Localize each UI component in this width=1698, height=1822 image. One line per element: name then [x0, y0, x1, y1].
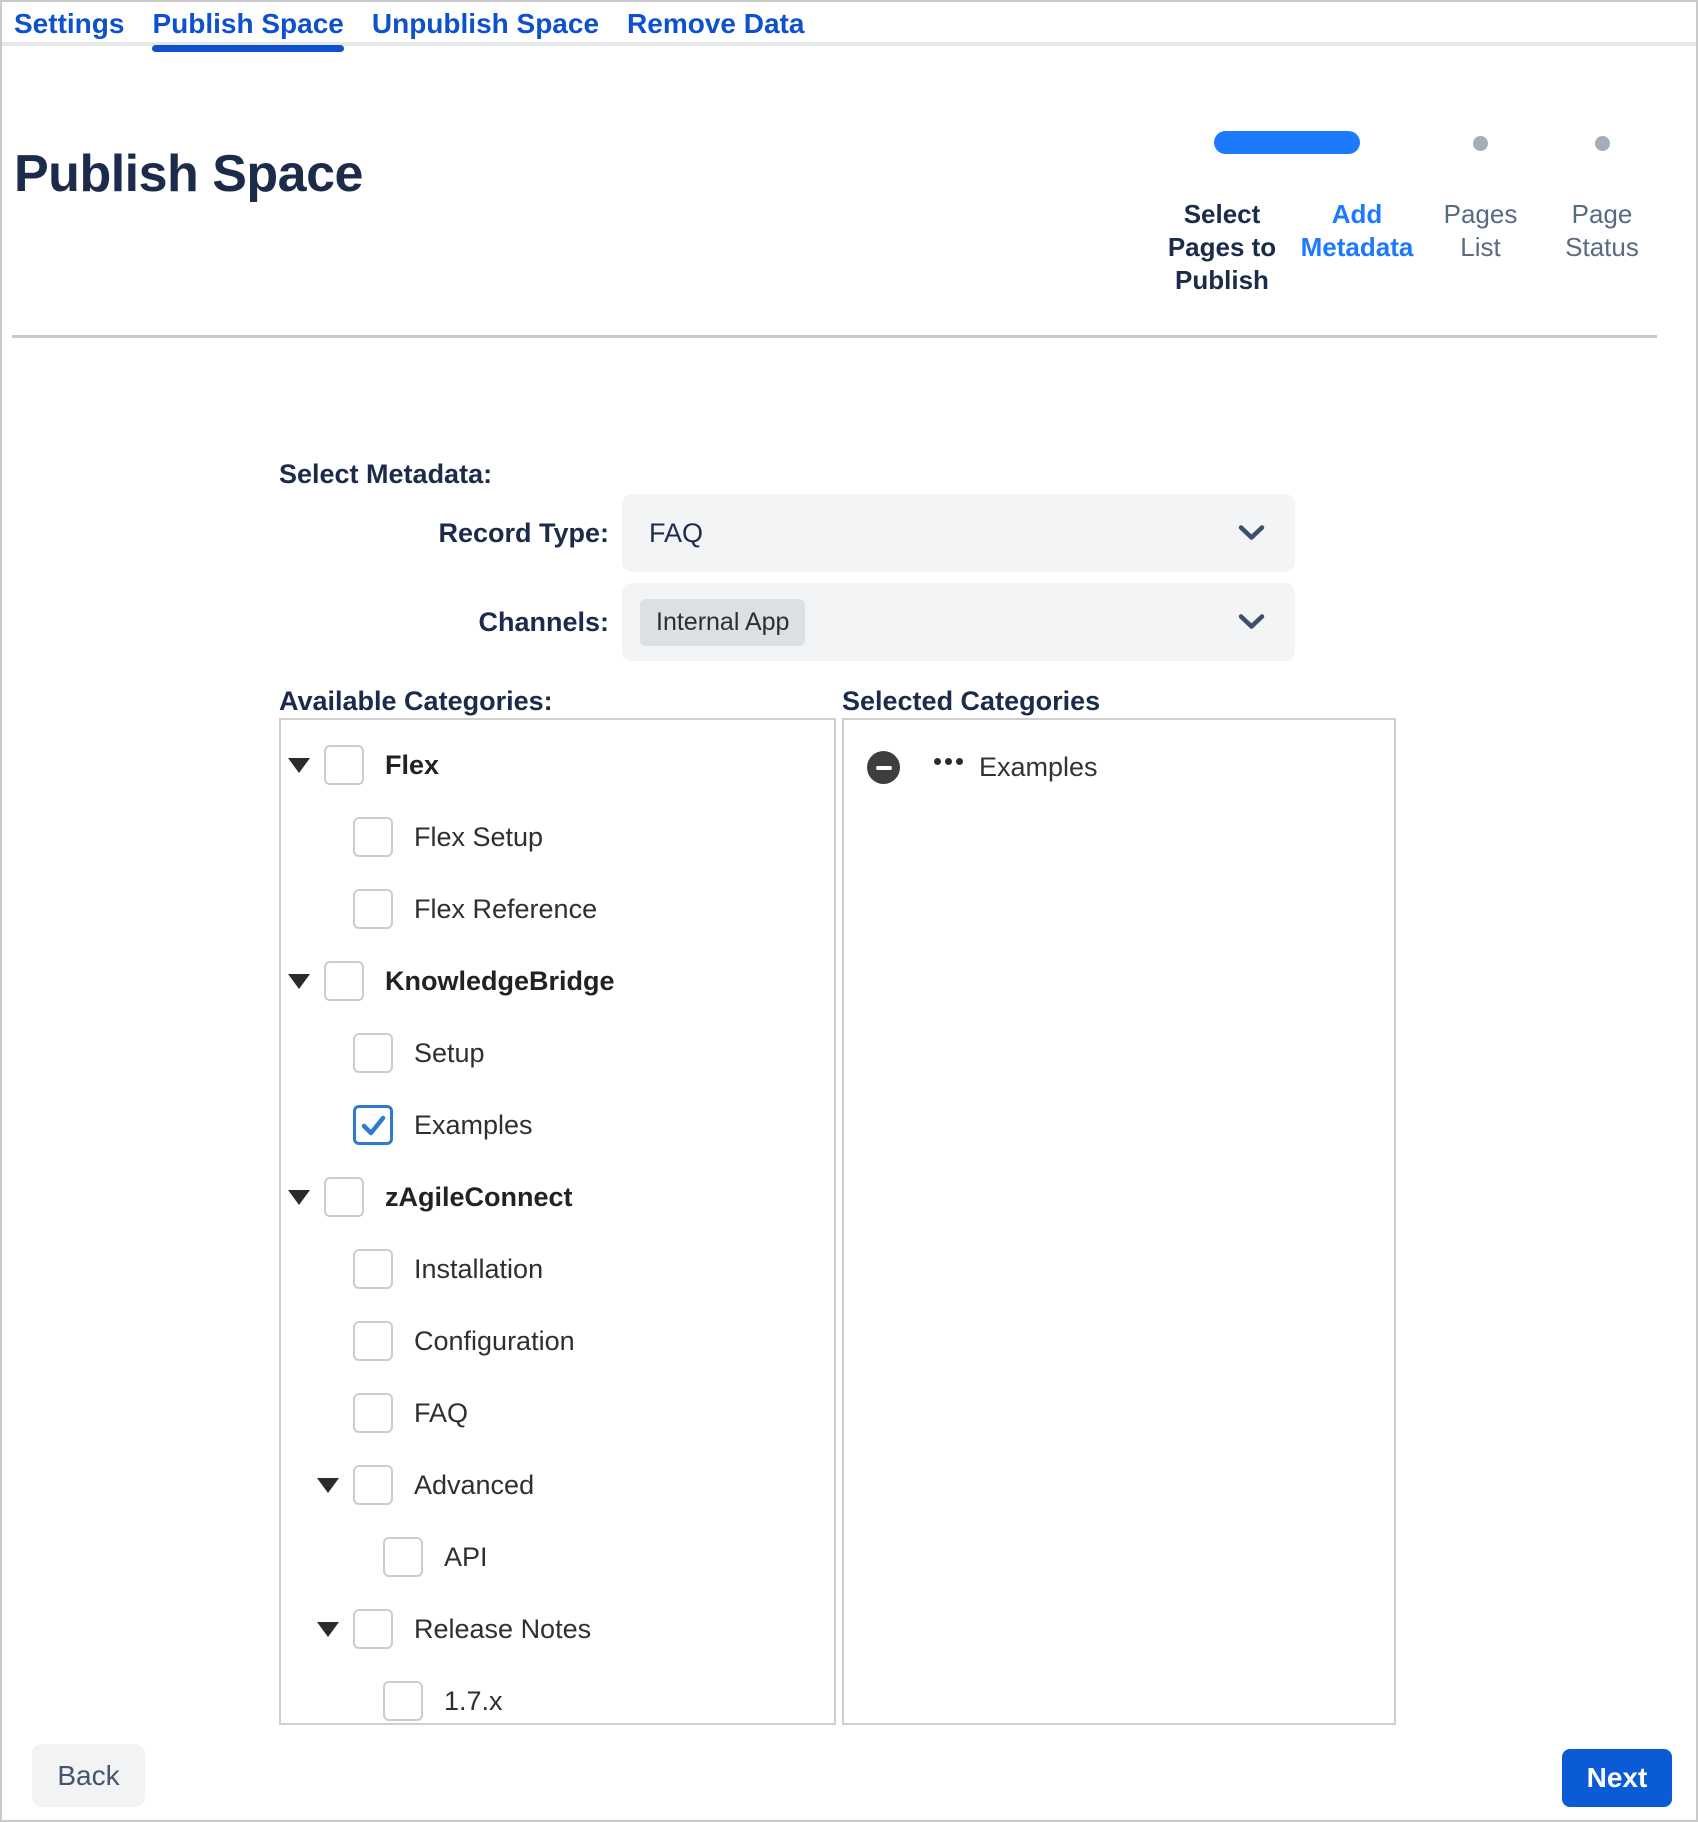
progress-pill [1214, 131, 1360, 154]
checkbox-faq[interactable] [353, 1393, 393, 1433]
caret-toggle-release-notes[interactable] [317, 1622, 353, 1637]
checkbox-setup[interactable] [353, 1033, 393, 1073]
tree-row-setup: Setup [281, 1017, 834, 1089]
caret-down-icon [317, 1622, 339, 1637]
category-label-examples: Examples [414, 1110, 533, 1141]
checkbox-release-notes[interactable] [353, 1609, 393, 1649]
tree-row-1-7-x: 1.7.x [281, 1665, 834, 1737]
category-label-configuration: Configuration [414, 1326, 575, 1357]
selected-row-examples: Examples [844, 720, 1394, 784]
category-label-advanced: Advanced [414, 1470, 534, 1501]
next-button[interactable]: Next [1562, 1749, 1672, 1807]
step-indicator-cell [1422, 130, 1539, 156]
caret-down-icon [317, 1478, 339, 1493]
category-label-1-7-x: 1.7.x [444, 1686, 503, 1717]
select-metadata-label: Select Metadata: [279, 459, 492, 490]
tree-row-zagileconnect: zAgileConnect [281, 1161, 834, 1233]
stepper-labels: Select Pages to PublishAdd MetadataPages… [1152, 198, 1672, 297]
channels-label: Channels: [279, 607, 609, 638]
caret-down-icon [288, 1190, 310, 1205]
tree-row-api: API [281, 1521, 834, 1593]
category-label-installation: Installation [414, 1254, 543, 1285]
tree-row-examples: Examples [281, 1089, 834, 1161]
drag-handle-icon[interactable] [934, 758, 963, 765]
tree-row-flex: Flex [281, 729, 834, 801]
tab-publish-space[interactable]: Publish Space [152, 8, 343, 42]
chevron-down-icon [1238, 525, 1265, 542]
checkbox-configuration[interactable] [353, 1321, 393, 1361]
step-dot [1595, 136, 1610, 151]
caret-toggle-knowledgebridge[interactable] [288, 974, 324, 989]
category-label-flex-setup: Flex Setup [414, 822, 543, 853]
section-divider [12, 335, 1657, 338]
channels-select[interactable]: Internal App [622, 583, 1295, 661]
tab-bar: Settings Publish Space Unpublish Space Remo… [2, 2, 1696, 46]
record-type-row: Record Type: FAQ [279, 494, 1295, 572]
checkbox-installation[interactable] [353, 1249, 393, 1289]
checkbox-api[interactable] [383, 1537, 423, 1577]
step-page-status[interactable]: Page Status [1539, 198, 1665, 297]
checkbox-examples[interactable] [353, 1105, 393, 1145]
selected-item-label: Examples [979, 752, 1098, 783]
caret-toggle-advanced[interactable] [317, 1478, 353, 1493]
checkbox-knowledgebridge[interactable] [324, 961, 364, 1001]
checkbox-flex-reference[interactable] [353, 889, 393, 929]
caret-down-icon [288, 974, 310, 989]
tab-remove-data[interactable]: Remove Data [627, 8, 804, 42]
tree-row-flex-setup: Flex Setup [281, 801, 834, 873]
caret-toggle-zagileconnect[interactable] [288, 1190, 324, 1205]
publish-space-page: Settings Publish Space Unpublish Space Remo… [0, 0, 1698, 1822]
back-button[interactable]: Back [32, 1744, 145, 1807]
category-label-setup: Setup [414, 1038, 485, 1069]
tab-settings[interactable]: Settings [14, 8, 124, 42]
available-categories-label: Available Categories: [279, 686, 553, 717]
step-dot [1473, 136, 1488, 151]
wizard-stepper: Select Pages to PublishAdd MetadataPages… [1152, 130, 1672, 297]
category-label-faq: FAQ [414, 1398, 468, 1429]
step-select-pages-to-publish[interactable]: Select Pages to Publish [1152, 198, 1292, 297]
caret-down-icon [288, 758, 310, 773]
chevron-down-icon [1238, 614, 1265, 631]
step-add-metadata[interactable]: Add Metadata [1292, 198, 1422, 297]
checkbox-zagileconnect[interactable] [324, 1177, 364, 1217]
channel-chip: Internal App [640, 599, 805, 646]
tree-row-advanced: Advanced [281, 1449, 834, 1521]
record-type-value: FAQ [622, 518, 703, 549]
tree-row-installation: Installation [281, 1233, 834, 1305]
selected-categories-panel: Examples [842, 718, 1396, 1725]
available-categories-panel: Flex Flex Setup Flex Reference KnowledgeBri… [279, 718, 836, 1725]
tree-row-flex-reference: Flex Reference [281, 873, 834, 945]
stepper-indicators [1152, 130, 1672, 156]
checkbox-flex-setup[interactable] [353, 817, 393, 857]
tree-row-knowledgebridge: KnowledgeBridge [281, 945, 834, 1017]
category-label-flex: Flex [385, 750, 439, 781]
tree-row-configuration: Configuration [281, 1305, 834, 1377]
record-type-select[interactable]: FAQ [622, 494, 1295, 572]
category-label-api: API [444, 1542, 488, 1573]
category-label-release-notes: Release Notes [414, 1614, 591, 1645]
check-icon [360, 1112, 387, 1139]
checkbox-advanced[interactable] [353, 1465, 393, 1505]
category-label-zagileconnect: zAgileConnect [385, 1182, 573, 1213]
selected-categories-label: Selected Categories [842, 686, 1100, 717]
checkbox-1-7-x[interactable] [383, 1681, 423, 1721]
record-type-label: Record Type: [279, 518, 609, 549]
tree-row-faq: FAQ [281, 1377, 834, 1449]
category-label-flex-reference: Flex Reference [414, 894, 597, 925]
step-pages-list[interactable]: Pages List [1422, 198, 1539, 297]
tab-unpublish-space[interactable]: Unpublish Space [372, 8, 599, 42]
caret-toggle-flex[interactable] [288, 758, 324, 773]
remove-icon[interactable] [867, 751, 900, 784]
channels-row: Channels: Internal App [279, 583, 1295, 661]
category-label-knowledgebridge: KnowledgeBridge [385, 966, 615, 997]
step-indicator-cell [1539, 130, 1665, 156]
tree-row-release-notes: Release Notes [281, 1593, 834, 1665]
checkbox-flex[interactable] [324, 745, 364, 785]
page-title: Publish Space [14, 144, 363, 204]
